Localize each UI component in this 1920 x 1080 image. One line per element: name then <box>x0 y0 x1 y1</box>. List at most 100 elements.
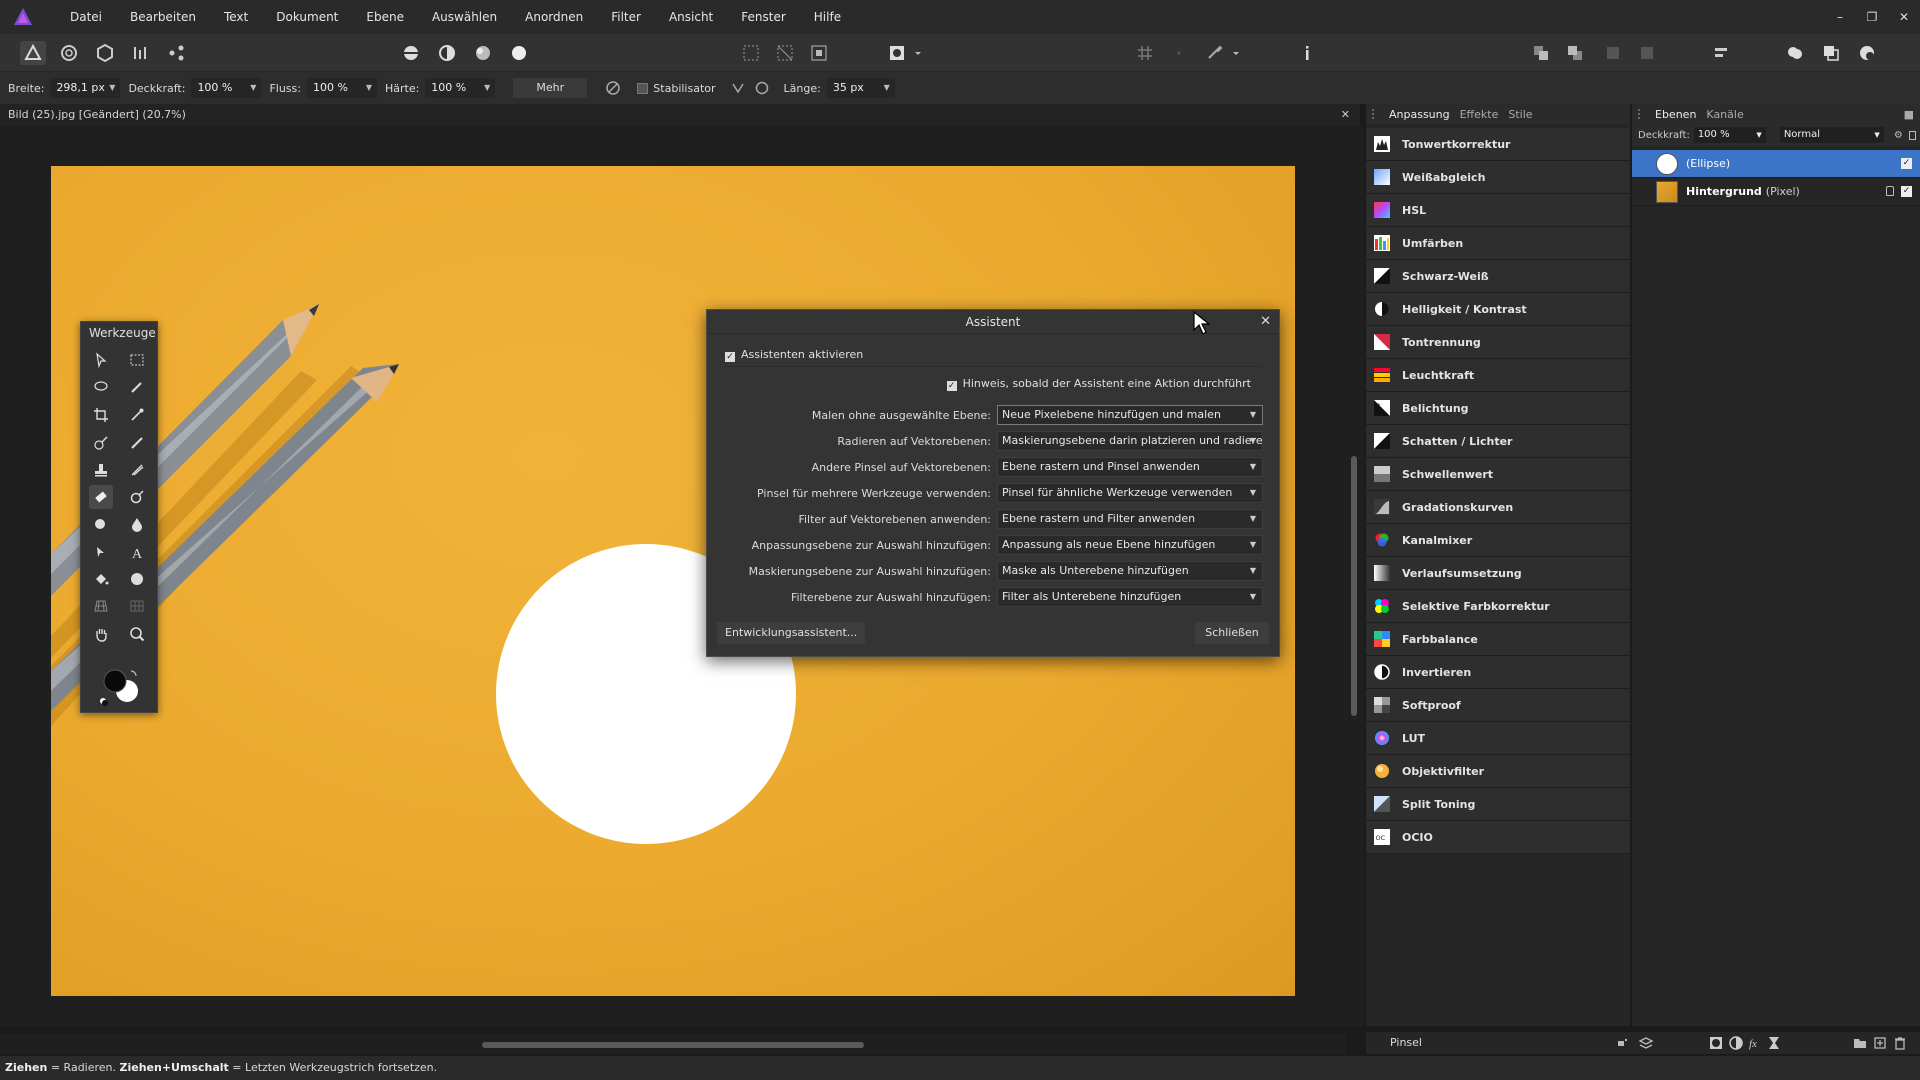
adjustment-gradient-map[interactable]: Verlaufsumsetzung <box>1366 557 1630 590</box>
menu-anordnen[interactable]: Anordnen <box>511 0 597 34</box>
erase-brush-icon[interactable] <box>89 485 113 509</box>
brushes-panel-label[interactable]: Pinsel <box>1390 1036 1422 1049</box>
document-tab[interactable]: Bild (25).jpg [Geändert] (20.7%) ✕ <box>0 104 1360 126</box>
layer-visibility-checkbox[interactable]: ✓ <box>1901 186 1912 197</box>
auto-contrast-icon[interactable] <box>434 41 460 65</box>
color-wells-icon[interactable] <box>97 667 141 707</box>
tab-kanaele[interactable]: Kanäle <box>1701 108 1748 121</box>
flow-field[interactable]: 100 % ▼ <box>306 78 377 98</box>
adjustment-shadows-highlights[interactable]: Schatten / Lichter <box>1366 425 1630 458</box>
text-tool-icon[interactable]: A <box>125 540 149 564</box>
node-tool-icon[interactable] <box>89 540 113 564</box>
align-icon[interactable] <box>1708 41 1734 65</box>
adjustment-threshold[interactable]: Schwellenwert <box>1366 458 1630 491</box>
layer-visibility-checkbox[interactable]: ✓ <box>1901 158 1912 169</box>
adjustment-posterize[interactable]: Tontrennung <box>1366 326 1630 359</box>
delete-layer-icon[interactable] <box>1892 1035 1908 1051</box>
layer-ellipse[interactable]: (Ellipse) ✓ <box>1632 150 1920 178</box>
info-icon[interactable] <box>1294 41 1320 65</box>
adjustment-color-balance[interactable]: Farbbalance <box>1366 623 1630 656</box>
chevron-down-icon[interactable]: ▼ <box>1874 127 1879 143</box>
chevron-down-icon[interactable]: ▼ <box>109 78 115 98</box>
hardness-field[interactable]: 100 % ▼ <box>425 78 496 98</box>
boolean-subtract-icon[interactable] <box>1818 41 1844 65</box>
auto-colors-icon[interactable] <box>470 41 496 65</box>
chevron-down-icon[interactable]: ▼ <box>484 78 490 98</box>
paint-brush-icon[interactable] <box>125 431 149 455</box>
mesh-warp-icon[interactable] <box>125 594 149 618</box>
photo-persona-icon[interactable] <box>20 41 46 65</box>
clone-brush-icon[interactable] <box>89 458 113 482</box>
perspective-tool-icon[interactable] <box>89 594 113 618</box>
assistant-icon[interactable] <box>1202 41 1228 65</box>
chevron-down-icon[interactable]: ▼ <box>1756 127 1761 143</box>
brush-pressure-icon[interactable] <box>605 80 621 96</box>
tab-effekte[interactable]: Effekte <box>1455 108 1504 121</box>
zoom-tool-icon[interactable] <box>125 622 149 646</box>
rope-mode-icon[interactable] <box>730 80 746 96</box>
width-field[interactable]: 298,1 px ▼ <box>50 78 121 98</box>
canvas-area[interactable]: Werkzeuge A Assistent ✕ ✓ Assistenten ak… <box>0 126 1346 1026</box>
view-hand-icon[interactable] <box>89 622 113 646</box>
move-tool-icon[interactable] <box>89 348 113 372</box>
adjustment-vibrance[interactable]: Leuchtkraft <box>1366 359 1630 392</box>
adjustment-white-balance[interactable]: Weißabgleich <box>1366 161 1630 194</box>
gear-icon[interactable]: ⚙ <box>1894 130 1903 141</box>
layer-stack-icon[interactable] <box>1638 1035 1654 1051</box>
smudge-drop-icon[interactable] <box>125 512 149 536</box>
blur-brush-icon[interactable] <box>89 512 113 536</box>
dialog-close-button[interactable]: ✕ <box>1260 314 1271 329</box>
select-all-icon[interactable] <box>738 41 764 65</box>
arrange-front-icon[interactable] <box>1600 41 1626 65</box>
assistant-row-select[interactable]: Ebene rastern und Filter anwenden ▼ <box>997 509 1263 529</box>
blend-mode-select[interactable]: Normal ▼ <box>1779 127 1884 143</box>
stabilizer-checkbox[interactable] <box>637 82 649 94</box>
arrange-forward-icon[interactable] <box>1562 41 1588 65</box>
menu-fenster[interactable]: Fenster <box>727 0 800 34</box>
assistant-dropdown-icon[interactable] <box>1230 41 1242 65</box>
menu-auswaehlen[interactable]: Auswählen <box>418 0 511 34</box>
fx-icon[interactable]: fx <box>1748 1035 1764 1051</box>
develop-persona-icon[interactable] <box>92 41 118 65</box>
flood-select-icon[interactable] <box>89 431 113 455</box>
adjustment-channel-mixer[interactable]: Kanalmixer <box>1366 524 1630 557</box>
adjustment-ocio[interactable]: OC OCIO <box>1366 821 1630 854</box>
live-filter-icon[interactable] <box>1766 1035 1782 1051</box>
more-button[interactable]: Mehr <box>513 78 588 98</box>
tab-anpassung[interactable]: Anpassung <box>1384 108 1455 121</box>
tab-stile[interactable]: Stile <box>1503 108 1537 121</box>
chevron-down-icon[interactable]: ▼ <box>884 78 890 98</box>
boolean-add-icon[interactable] <box>1782 41 1808 65</box>
adjustment-layer-icon[interactable] <box>1728 1035 1744 1051</box>
panel-menu-icon[interactable] <box>1614 1035 1630 1051</box>
menu-ansicht[interactable]: Ansicht <box>655 0 727 34</box>
hint-option[interactable]: ✓ Hinweis, sobald der Assistent eine Akti… <box>946 377 1251 391</box>
deselect-icon[interactable] <box>772 41 798 65</box>
layer-opacity-field[interactable]: 100 % ▼ <box>1693 127 1766 143</box>
lasso-tool-icon[interactable] <box>89 375 113 399</box>
rectangular-marquee-icon[interactable] <box>125 348 149 372</box>
adjustment-levels[interactable]: Tonwertkorrektur <box>1366 128 1630 161</box>
quick-mask-dropdown-icon[interactable] <box>912 41 924 65</box>
liquify-persona-icon[interactable] <box>56 41 82 65</box>
menu-filter[interactable]: Filter <box>597 0 655 34</box>
adjustment-lens-filter[interactable]: Objektivfilter <box>1366 755 1630 788</box>
assistant-enable-option[interactable]: ✓ Assistenten aktivieren <box>725 348 863 362</box>
hint-checkbox[interactable]: ✓ <box>946 381 957 391</box>
restore-button[interactable]: ❐ <box>1856 0 1888 34</box>
horizontal-scroll-thumb[interactable] <box>482 1042 864 1048</box>
close-document-button[interactable]: ✕ <box>1341 104 1350 126</box>
tone-mapping-persona-icon[interactable] <box>128 41 154 65</box>
auto-white-balance-icon[interactable] <box>506 41 532 65</box>
adjustment-soft-proof[interactable]: Softproof <box>1366 689 1630 722</box>
adjustment-split-toning[interactable]: Split Toning <box>1366 788 1630 821</box>
adjustment-recolor[interactable]: Umfärben <box>1366 227 1630 260</box>
assistant-row-select[interactable]: Ebene rastern und Pinsel anwenden ▼ <box>997 457 1263 477</box>
menu-ebene[interactable]: Ebene <box>352 0 418 34</box>
adjustment-invert[interactable]: Invertieren <box>1366 656 1630 689</box>
adjustment-lut[interactable]: LUT <box>1366 722 1630 755</box>
panel-grip-icon[interactable] <box>1372 109 1378 119</box>
layer-lock-icon[interactable] <box>1886 186 1894 196</box>
lock-icon[interactable] <box>1908 130 1916 140</box>
crop-tool-icon[interactable] <box>89 403 113 427</box>
